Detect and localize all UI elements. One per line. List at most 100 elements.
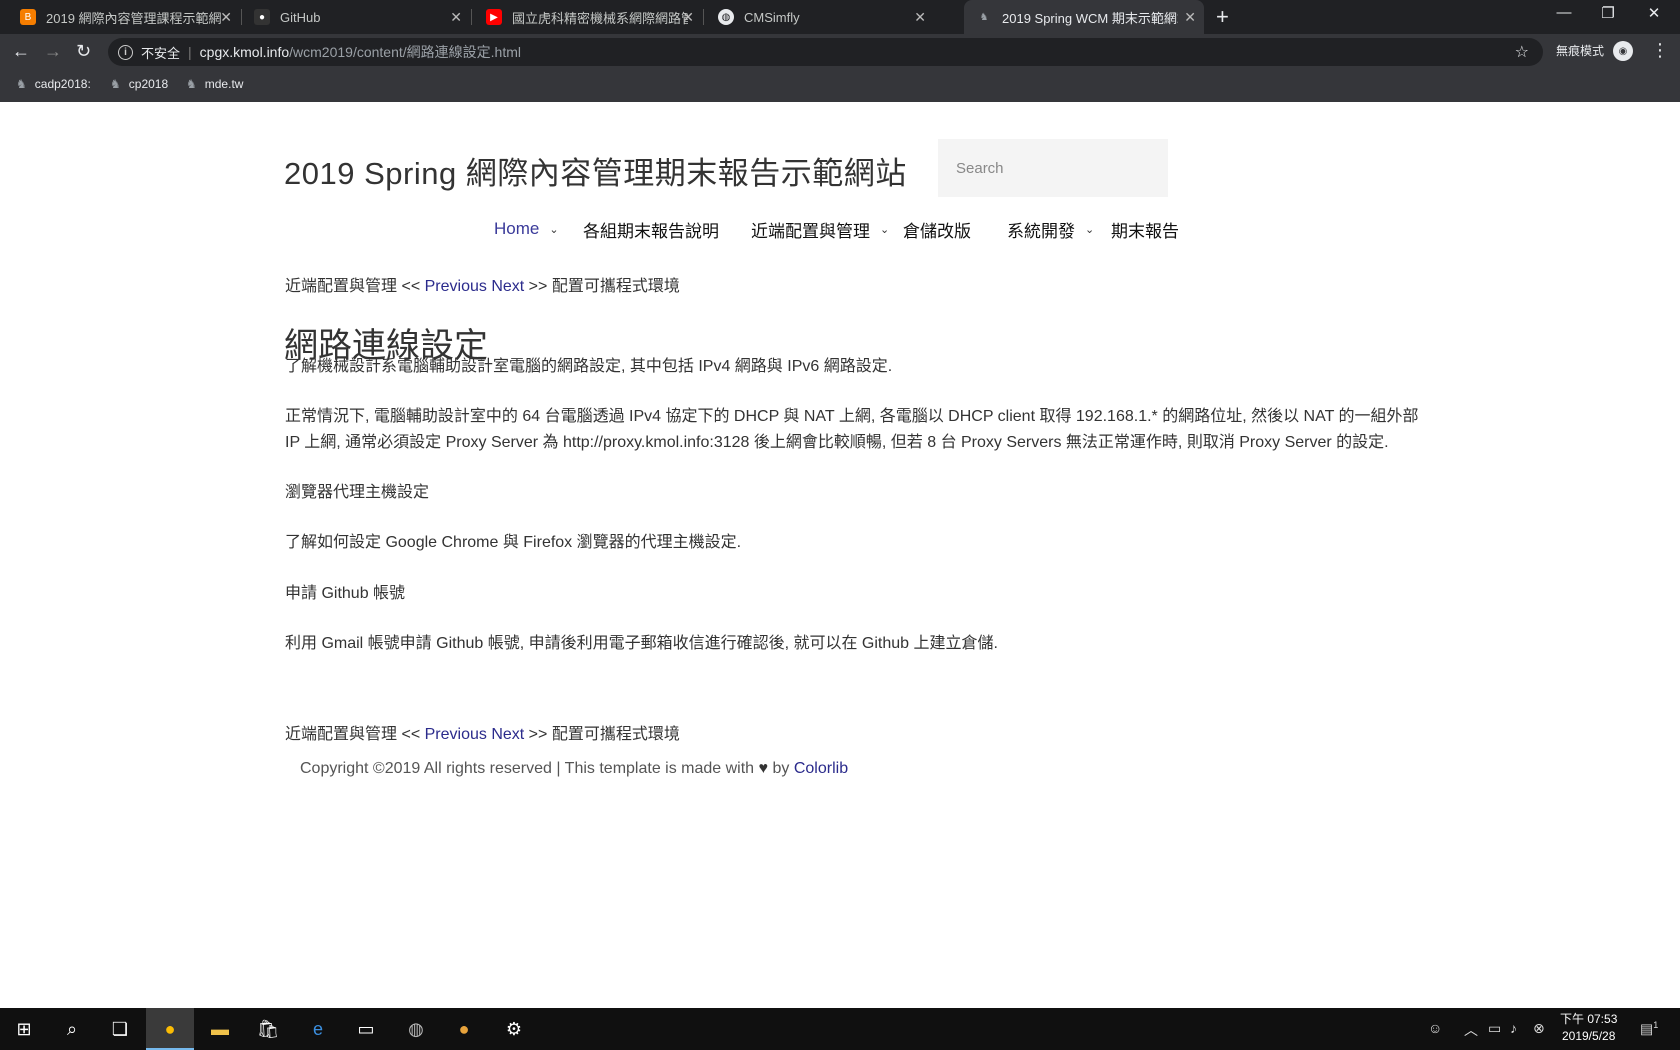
clock-date: 2019/5/28 (1561, 1029, 1616, 1043)
previous-link[interactable]: Previous (425, 278, 487, 295)
tab-title: GitHub (280, 9, 321, 25)
close-icon[interactable]: ✕ (682, 9, 694, 26)
previous-link[interactable]: Previous (425, 726, 487, 743)
file-explorer-icon[interactable]: ▬ (196, 1008, 244, 1050)
restore-button[interactable]: ❐ (1588, 4, 1628, 22)
tab-divider (471, 9, 472, 25)
blogger-icon: B (20, 9, 36, 25)
mouse-cursor-icon (797, 260, 817, 282)
breadcrumb-separator: << (401, 278, 421, 295)
nav-label: 系統開發 (1007, 221, 1075, 241)
moose-icon: ♞ (979, 11, 989, 23)
copyright-text: Copyright ©2019 All rights reserved | Th… (300, 760, 755, 777)
web-page: 2019 Spring 網際內容管理期末報告示範網站 Home ⌄ 各組期末報告說… (0, 102, 1680, 1008)
search-input[interactable] (938, 139, 1168, 197)
more-menu-icon[interactable]: ⋮ (1651, 40, 1669, 61)
tab-cmsimfly[interactable]: ◍ CMSimfly ✕ (706, 0, 934, 34)
address-bar[interactable]: i 不安全 | cpgx.kmol.info /wcm2019/content/… (108, 38, 1543, 66)
minimize-button[interactable]: — (1544, 4, 1584, 21)
bookmark-label: cadp2018: (34, 77, 91, 91)
nav-item-group-reports[interactable]: 各組期末報告說明 (583, 216, 719, 242)
section-heading: 申請 Github 帳號 (285, 585, 406, 602)
info-icon[interactable]: i (118, 44, 133, 60)
nav-item-home[interactable]: Home ⌄ (494, 216, 559, 242)
bookmark-star-icon[interactable]: ☆ (1515, 42, 1529, 62)
breadcrumb: 近端配置與管理 << Previous Next >> 配置可攜程式環境 (285, 272, 680, 296)
chevron-up-icon[interactable]: ︿ (1464, 1020, 1478, 1040)
search-icon[interactable]: ⌕ (48, 1008, 96, 1050)
reload-icon[interactable]: ↻ (76, 41, 91, 62)
nav-item-local-config[interactable]: 近端配置與管理 ⌄ (751, 216, 889, 242)
notification-icon[interactable]: ▤1 (1640, 1020, 1658, 1038)
nav-item-system-dev[interactable]: 系統開發 ⌄ (1007, 216, 1094, 242)
browser-toolbar: ← → ↻ i 不安全 | cpgx.kmol.info /wcm2019/co… (0, 34, 1680, 70)
people-icon[interactable]: ☺ (1428, 1020, 1442, 1036)
network-icon[interactable]: ▭ (1488, 1020, 1501, 1037)
close-icon[interactable]: ✕ (914, 9, 926, 26)
bookmark-item[interactable]: ♞ cadp2018: (16, 77, 91, 91)
next-link[interactable]: Next (491, 726, 524, 743)
tab-wcm-active[interactable]: ♞ 2019 Spring WCM 期末示範網站 ✕ (964, 0, 1204, 34)
store-icon[interactable]: 🛍 (244, 1008, 292, 1050)
breadcrumb-separator: >> (528, 726, 548, 743)
chevron-down-icon: ⌄ (549, 223, 559, 236)
windows-taskbar: ⊞ ⌕ ❏ ● ▬ 🛍 e ▭ ◍ ● ⚙ ☺ ︿ ▭ ♪ ⊗ 下午 07:53… (0, 1008, 1680, 1050)
next-link[interactable]: Next (491, 278, 524, 295)
breadcrumb-separator: << (401, 726, 421, 743)
moose-icon: ♞ (110, 77, 121, 91)
colorlib-link[interactable]: Colorlib (794, 760, 848, 777)
tab-title: CMSimfly (744, 9, 800, 25)
settings-gear-icon[interactable]: ⚙ (490, 1008, 538, 1050)
content-paragraph: 利用 Gmail 帳號申請 Github 帳號, 申請後利用電子郵箱收信進行確認… (285, 635, 998, 652)
back-arrow-icon[interactable]: ← (12, 41, 30, 62)
incognito-label: 無痕模式 (1556, 44, 1605, 58)
content-paragraph: IP 上網, 通常必須設定 Proxy Server 為 http://prox… (285, 434, 1389, 451)
app-sphere-icon[interactable]: ◍ (392, 1008, 440, 1050)
input-method-icon[interactable]: ⊗ (1533, 1020, 1545, 1037)
footer-copyright: Copyright ©2019 All rights reserved | Th… (300, 760, 848, 778)
task-view-icon[interactable]: ❏ (96, 1008, 144, 1050)
close-icon[interactable]: ✕ (1184, 9, 1196, 26)
heart-icon: ♥ (758, 760, 769, 777)
moose-icon: ♞ (186, 77, 197, 91)
new-tab-button[interactable]: + (1216, 4, 1229, 30)
bookmark-item[interactable]: ♞ mde.tw (186, 77, 243, 91)
tab-youtube[interactable]: ▶ 國立虎科精密機械系網際網路管理 ✕ (474, 0, 702, 34)
incognito-icon[interactable]: ◉ (1613, 41, 1633, 61)
tab-github[interactable]: ● GitHub ✕ (242, 0, 470, 34)
breadcrumb-separator: >> (528, 278, 548, 295)
nav-item-repo-revision[interactable]: 倉儲改版 (903, 216, 971, 242)
tab-divider (703, 9, 704, 25)
windows-start-icon[interactable]: ⊞ (0, 1008, 48, 1050)
breadcrumb-next-page: 配置可攜程式環境 (551, 278, 680, 295)
edge-icon[interactable]: e (294, 1008, 342, 1050)
chrome-canary-icon[interactable]: ● (440, 1008, 488, 1050)
nav-item-final-report[interactable]: 期末報告 (1111, 216, 1179, 242)
forward-arrow-icon[interactable]: → (44, 41, 62, 62)
url-host: cpgx.kmol.info (199, 44, 290, 60)
chrome-icon[interactable]: ● (146, 1008, 194, 1050)
close-icon[interactable]: ✕ (220, 9, 232, 26)
chevron-down-icon: ⌄ (1085, 223, 1095, 236)
volume-muted-icon[interactable]: ♪ (1510, 1020, 1517, 1036)
terminal-icon[interactable]: ▭ (342, 1008, 390, 1050)
tab-blogger[interactable]: B 2019 網際內容管理課程示範網誌 ✕ (8, 0, 240, 34)
tab-title: 2019 網際內容管理課程示範網誌 (46, 10, 222, 26)
system-clock[interactable]: 下午 07:53 2019/5/28 (1560, 1011, 1617, 1045)
window-close-button[interactable]: ✕ (1634, 4, 1674, 22)
bookmark-item[interactable]: ♞ cp2018 (110, 77, 168, 91)
site-title[interactable]: 2019 Spring 網際內容管理期末報告示範網站 (284, 148, 907, 193)
bookmarks-bar: ♞ cadp2018: ♞ cp2018 ♞ mde.tw (0, 70, 1680, 102)
breadcrumb-bottom: 近端配置與管理 << Previous Next >> 配置可攜程式環境 (285, 720, 680, 744)
close-icon[interactable]: ✕ (450, 9, 462, 26)
chevron-down-icon: ⌄ (880, 223, 890, 236)
content-paragraph: 正常情況下, 電腦輔助設計室中的 64 台電腦透過 IPv4 協定下的 DHCP… (285, 408, 1419, 425)
tab-title: 2019 Spring WCM 期末示範網站 (1002, 10, 1178, 26)
github-icon: ● (254, 9, 270, 25)
youtube-icon: ▶ (486, 9, 502, 25)
bookmark-label: mde.tw (204, 77, 244, 91)
notification-count: 1 (1653, 1020, 1659, 1030)
footer-by: by (772, 760, 790, 777)
breadcrumb-parent: 近端配置與管理 (285, 726, 398, 743)
section-heading: 瀏覽器代理主機設定 (285, 484, 430, 501)
